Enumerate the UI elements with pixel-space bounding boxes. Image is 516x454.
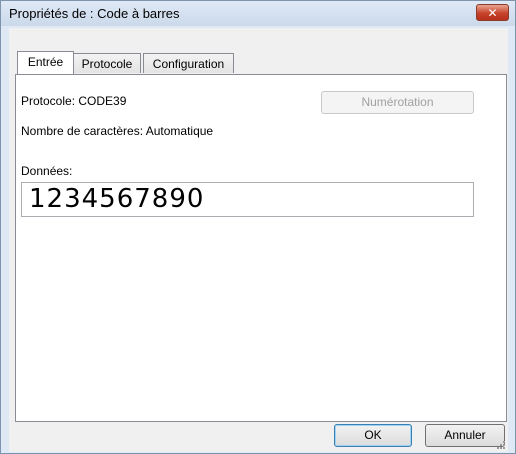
dialog-title: Propriétés de : Code à barres (9, 6, 180, 21)
resize-grip-icon[interactable] (496, 440, 506, 450)
data-input[interactable]: 1234567890 (21, 182, 474, 217)
dialog-client-area: Entrée Protocole Configuration Protocole… (9, 28, 508, 452)
data-input-value: 1234567890 (29, 184, 205, 214)
numbering-button[interactable]: Numérotation (321, 91, 474, 114)
ok-button[interactable]: OK (334, 424, 412, 447)
data-label: Données: (21, 164, 73, 178)
tab-entree[interactable]: Entrée (17, 51, 74, 74)
properties-dialog: Propriétés de : Code à barres ✕ Entrée P… (0, 0, 516, 454)
title-bar[interactable]: Propriétés de : Code à barres ✕ (1, 1, 515, 26)
cancel-button[interactable]: Annuler (425, 424, 505, 447)
protocol-label: Protocole: CODE39 (21, 94, 127, 108)
characters-label: Nombre de caractères: Automatique (21, 124, 214, 138)
tab-configuration[interactable]: Configuration (143, 53, 234, 73)
close-button[interactable]: ✕ (476, 4, 509, 21)
tab-panel-entree: Protocole: CODE39 Numérotation Nombre de… (15, 74, 507, 422)
tab-protocole[interactable]: Protocole (73, 53, 141, 73)
